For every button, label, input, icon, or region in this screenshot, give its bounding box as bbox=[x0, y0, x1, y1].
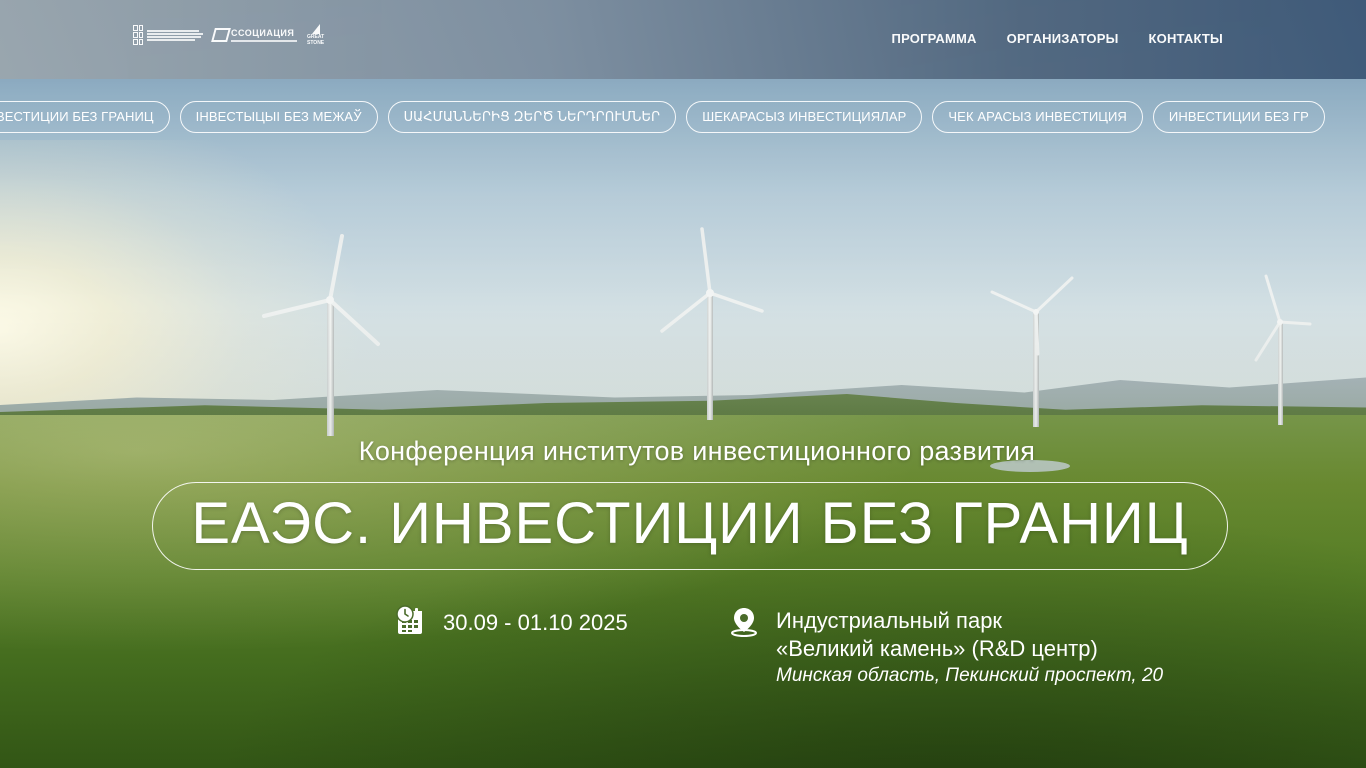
marquee-pill: ШЕКАРАСЫЗ ИНВЕСТИЦИЯЛАР bbox=[686, 101, 923, 133]
language-marquee: ВЕСТИЦИИ БЕЗ ГРАНИЦ ІНВЕСТЫЦЫІ БЕЗ МЕЖАЎ… bbox=[0, 101, 1325, 133]
nav-contacts[interactable]: КОНТАКТЫ bbox=[1149, 31, 1223, 46]
event-date: 30.09 - 01.10 2025 bbox=[395, 604, 628, 641]
calendar-clock-icon bbox=[395, 604, 427, 641]
hero-title: ЕАЭС. ИНВЕСТИЦИИ БЕЗ ГРАНИЦ bbox=[191, 491, 1189, 556]
location-address: Минская область, Пекинский проспект, 20 bbox=[776, 665, 1164, 686]
marquee-pill: ЧЕК АРАСЫЗ ИНВЕСТИЦИЯ bbox=[932, 101, 1143, 133]
marquee-pill: ВЕСТИЦИИ БЕЗ ГРАНИЦ bbox=[0, 101, 170, 133]
event-location: Индустриальный парк «Великий камень» (R&… bbox=[730, 607, 1163, 689]
marquee-pill: ІНВЕСТЫЦЫІ БЕЗ МЕЖАЎ bbox=[179, 101, 378, 133]
main-nav: ПРОГРАММА ОРГАНИЗАТОРЫ КОНТАКТЫ bbox=[892, 31, 1223, 46]
association-logo-text: ССОЦИАЦИЯ bbox=[231, 28, 295, 38]
agency-emblem-icon bbox=[133, 25, 143, 45]
site-header: ССОЦИАЦИЯ GREAT STONE ПРОГРАММА ОРГАНИЗА… bbox=[0, 0, 1366, 79]
association-emblem-icon bbox=[211, 28, 231, 42]
national-agency-logo[interactable] bbox=[133, 25, 203, 45]
hero-subtitle: Конференция институтов инвестиционного р… bbox=[358, 436, 1036, 466]
event-date-text: 30.09 - 01.10 2025 bbox=[443, 609, 628, 635]
partner-logos: ССОЦИАЦИЯ GREAT STONE bbox=[133, 24, 324, 46]
location-line-1: Индустриальный парк bbox=[776, 608, 1003, 633]
marquee-pill: ՍԱՀՄԱՆՆԵՐԻՑ ԶԵՐԾ ՆԵՐԴՐՈՒՄՆԵՐ bbox=[387, 101, 677, 133]
great-stone-emblem-icon bbox=[311, 24, 320, 34]
nav-program[interactable]: ПРОГРАММА bbox=[892, 31, 977, 46]
map-pin-icon bbox=[730, 607, 758, 689]
location-line-2: «Великий камень» (R&D центр) bbox=[776, 636, 1098, 661]
nav-organizers[interactable]: ОРГАНИЗАТОРЫ bbox=[1007, 31, 1119, 46]
association-logo[interactable]: ССОЦИАЦИЯ bbox=[211, 28, 297, 42]
great-stone-logo[interactable]: GREAT STONE bbox=[307, 24, 324, 46]
marquee-pill: ИНВЕСТИЦИИ БЕЗ ГР bbox=[1152, 101, 1325, 133]
